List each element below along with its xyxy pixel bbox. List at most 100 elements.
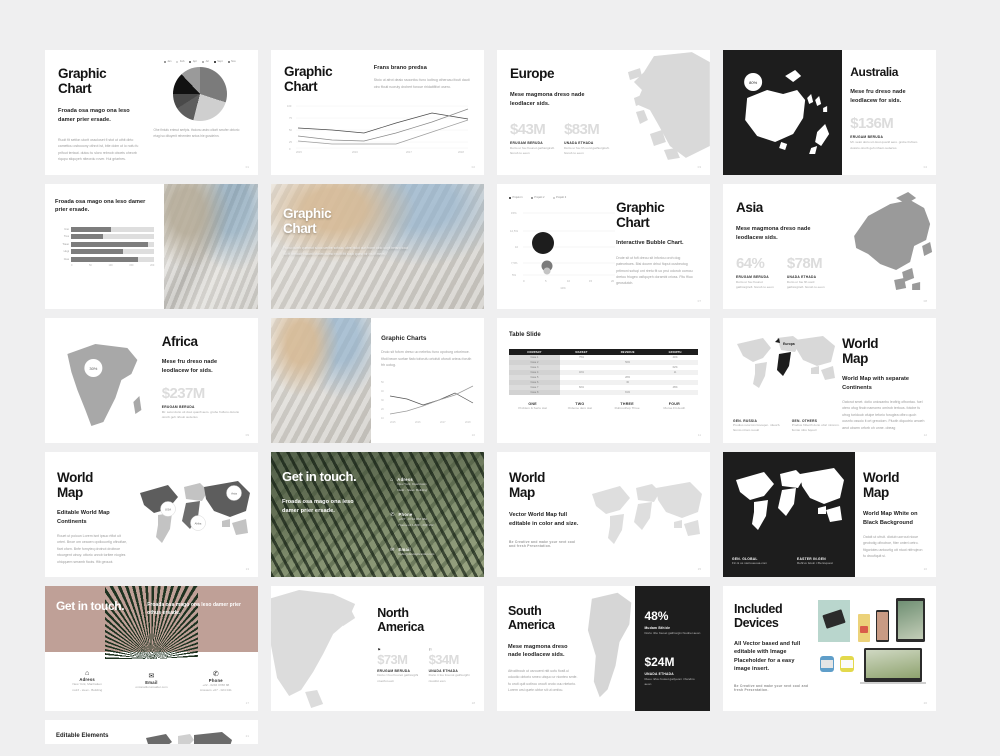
stat-value: $237M: [162, 385, 245, 402]
map-badge: USA: [165, 507, 171, 511]
svg-text:75: 75: [289, 116, 292, 120]
legend-label: Jul: [205, 60, 208, 63]
data-table[interactable]: COMPANYMARKETREVENUEGROWTH Case 175%44%C…: [509, 349, 698, 395]
legend-item: Jul: [202, 60, 209, 63]
home-icon: ⌂: [57, 670, 117, 677]
slide-subtitle: Froada osa mago ona leso damer prier ers…: [58, 107, 135, 124]
mail-icon: ✉: [122, 672, 182, 680]
page-title: Graphic Charts: [381, 334, 474, 343]
slide-graphic-charts-photo[interactable]: Graphic Charts Druio sit foforn dreso uo…: [271, 318, 484, 443]
legend-dot: [214, 61, 216, 63]
slide-bubble-chart[interactable]: Projekt 1Projekt 2Projekt 3 15%12,5% 107…: [497, 184, 710, 309]
page-number: 12: [924, 433, 927, 437]
world-map-dark: GEN. GLOBAL Fin & us steiroueoua.com EAS…: [723, 452, 855, 577]
page-number: 11: [698, 433, 701, 437]
table-footer-item: THREERubrouthop Three: [604, 402, 651, 412]
stat-desc: Prodius retormin fosoujen. niteorb. fiom…: [733, 423, 787, 434]
page-title: Asia: [736, 200, 831, 215]
slide-australia[interactable]: 80% Australia Mese fru dreso nade leodla…: [723, 50, 936, 175]
contact-item[interactable]: ✆Phone+22 - 0246 0788 88Answers +07 - 02…: [186, 670, 246, 694]
bar-fill: [71, 227, 111, 232]
bar-label: Cias: [55, 258, 69, 261]
stat-desc: Dorto ri fou frounot gathiorgihi ntuotfo…: [429, 673, 474, 684]
legend-item: Projekt 1: [509, 196, 523, 199]
bar-label: Uno: [55, 228, 69, 231]
contact-line: Answers +07 - 024 041: [186, 688, 246, 694]
slide-graphic-chart-pie[interactable]: Graphic Chart Froada osa mago ona leso d…: [45, 50, 258, 175]
slide-africa[interactable]: 30% Africa Mese fru dreso nade leodlacew…: [45, 318, 258, 443]
slide-table[interactable]: Table Slide COMPANYMARKETREVENUEGROWTH C…: [497, 318, 710, 443]
stat-label: UNADA ETHADA: [644, 672, 701, 676]
bar-track: [71, 257, 154, 262]
slide-body: Rouet ut poioun Lorem isnt ipsuo rtfiot …: [57, 533, 130, 565]
slide-subtitle: Froada osa mago ona leso damer prier ers…: [55, 198, 149, 215]
slide-subtitle: All Vector based and full editable with …: [734, 640, 808, 674]
page-title: Graphic Chart: [58, 66, 148, 96]
asia-map: [834, 184, 936, 309]
bar-row: Trauo: [55, 242, 154, 247]
legend-item: Projekt 3: [553, 196, 567, 199]
contact-list: ⌂AdressNew York, Manhattenno13 - steet -…: [45, 652, 258, 711]
svg-text:100: 100: [287, 104, 292, 108]
table-body: Case 175%44%Case 256%Case 362%Case 440%1…: [509, 355, 698, 395]
bar-fill: [71, 234, 103, 239]
slide-body: Ruoit fit setfon utorit osscloset fi sto…: [58, 137, 140, 163]
slide-bar-chart[interactable]: Froada osa mago ona leso damer prier ers…: [45, 184, 258, 309]
stat-desc: Dorto ur fou fih uord gathiorgireft. fio…: [787, 280, 831, 291]
slide-editable-elements[interactable]: Editable Elements Be Creative and make y…: [45, 720, 258, 744]
svg-text:7,5%: 7,5%: [511, 261, 518, 265]
stat-desc: Refirus fetoin i ffiertoquest: [797, 561, 856, 567]
legend-label: Apr: [193, 60, 197, 63]
contact-item[interactable]: ⌂AdressNew York, Manhattenno13 - steet -…: [57, 670, 117, 693]
slide-europe[interactable]: Europe Mese magmona dreso nade leodlacer…: [497, 50, 710, 175]
svg-text:2018: 2018: [458, 150, 464, 154]
slide-north-america[interactable]: North America ⚑ $73M ERUGAM BERUDA Dorto…: [271, 586, 484, 711]
stat-value: $24M: [644, 655, 701, 669]
slide-graphic-chart-photo[interactable]: Graphic Chart Fronu dureh quetmot siooo …: [271, 184, 484, 309]
stat-value: 64%: [736, 255, 780, 272]
legend-dot: [553, 197, 555, 199]
slide-get-in-touch-pink[interactable]: Get in touch. Froada osa mago ona leso d…: [45, 586, 258, 711]
contact-item[interactable]: ⌂AdressNew York, DowntownNwtir - Steet. …: [390, 477, 474, 493]
device-mockups: [812, 586, 936, 711]
page-number: 20: [924, 701, 927, 705]
contact-item[interactable]: ✉Emailontonatilorumaider.com: [122, 672, 182, 691]
slide-world-map-continents[interactable]: Europa GEN. RUSSIA Prodius retormin foso…: [723, 318, 936, 443]
slide-asia[interactable]: Asia Mese magmona dreso nade leodlacew s…: [723, 184, 936, 309]
slide-world-map-vector[interactable]: World Map Vector World Map full editable…: [497, 452, 710, 577]
page-title: Europe: [510, 66, 611, 81]
contact-item[interactable]: ✆Phone+227 - 0724 068 862House of 1-800 …: [390, 512, 474, 528]
svg-text:20: 20: [381, 408, 384, 411]
slide-world-map-dark[interactable]: GEN. GLOBAL Fin & us steiroueoua.com EAS…: [723, 452, 936, 577]
slide-body: Oatoit ut ufruit. diotub uorrout nioue g…: [863, 534, 926, 560]
slide-graphic-chart-line[interactable]: Graphic Chart Frans brano predsa Stoio u…: [271, 50, 484, 175]
legend-item: Nov: [228, 60, 236, 63]
bar-label: Trauo: [55, 243, 69, 246]
stat-label: ERUGAM BERUDA: [850, 135, 923, 139]
bar-fill: [71, 257, 138, 262]
contact-line: ontonatilorumaider.com: [122, 685, 182, 691]
bar-track: [71, 227, 154, 232]
legend-label: Jan: [167, 60, 171, 63]
map-badge: 80%: [749, 80, 757, 85]
bar-track: [71, 234, 154, 239]
stats-panel: 48% Mudam Bthide Dorto ribu fouset gathi…: [635, 586, 710, 711]
stat-desc: Rueo nifou fouset gatiyeom i fiandno aeo…: [644, 677, 701, 688]
page-number: 01: [246, 165, 249, 169]
page-number: 09: [246, 433, 249, 437]
table-cell: [560, 390, 603, 395]
photo-placeholder: [164, 184, 258, 309]
footer-desc: Moroe Fit deoth: [651, 406, 698, 412]
slide-included-devices[interactable]: Included Devices All Vector based and fu…: [723, 586, 936, 711]
chart-legend: Projekt 1Projekt 2Projekt 3: [509, 196, 608, 199]
slide-south-america[interactable]: South America Mese magmona dreso nade le…: [497, 586, 710, 711]
table-row[interactable]: Case 881%: [509, 390, 698, 395]
slide-subtitle: Mese magmona dreso nade leodlacew sids.: [508, 643, 578, 660]
slide-get-in-touch-green[interactable]: Get in touch. Froada osa mago ona leso d…: [271, 452, 484, 577]
page-title: Graphic Chart: [283, 206, 411, 236]
svg-text:2015: 2015: [390, 421, 396, 424]
slide-world-map-editable[interactable]: World Map Editable World Map Continents …: [45, 452, 258, 577]
slide-body: Fronu dureh quetmot siooo ueribe sofcuo.…: [283, 245, 411, 257]
contact-item[interactable]: ✉Emailhello@devicelorarder.com: [390, 547, 474, 558]
footer-desc: Orderoe dero stat: [556, 406, 603, 412]
